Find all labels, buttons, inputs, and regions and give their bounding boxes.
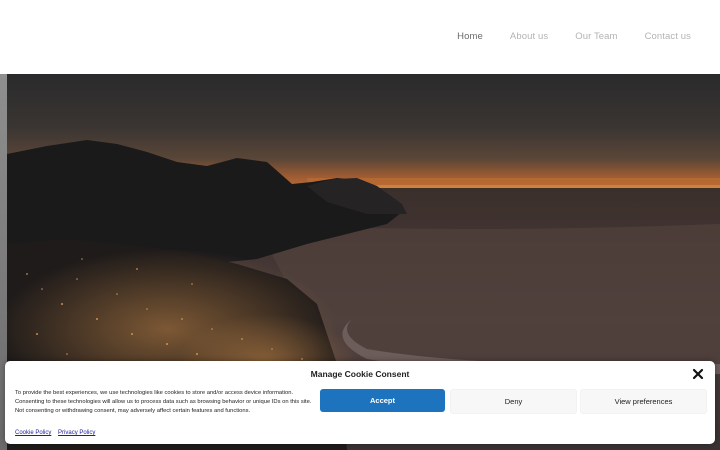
nav-item-home[interactable]: Home	[457, 31, 483, 42]
privacy-policy-link[interactable]: Privacy Policy	[58, 430, 95, 436]
cookie-policy-link[interactable]: Cookie Policy	[15, 430, 51, 436]
close-icon[interactable]	[692, 367, 704, 380]
site-header: Home About us Our Team Contact us	[0, 0, 720, 74]
cookie-banner-links: Cookie Policy Privacy Policy	[15, 430, 100, 436]
deny-button[interactable]: Deny	[450, 389, 577, 414]
cookie-consent-banner: Manage Cookie Consent To provide the bes…	[5, 361, 715, 444]
nav-item-our-team[interactable]: Our Team	[575, 31, 617, 42]
nav-item-contact-us[interactable]: Contact us	[645, 31, 691, 42]
cookie-banner-body: To provide the best experiences, we use …	[15, 390, 312, 414]
accept-button[interactable]: Accept	[320, 389, 445, 412]
view-preferences-button[interactable]: View preferences	[580, 389, 707, 414]
main-nav: Home About us Our Team Contact us	[430, 31, 691, 42]
cookie-banner-title: Manage Cookie Consent	[310, 369, 410, 379]
nav-item-about-us[interactable]: About us	[510, 31, 548, 42]
